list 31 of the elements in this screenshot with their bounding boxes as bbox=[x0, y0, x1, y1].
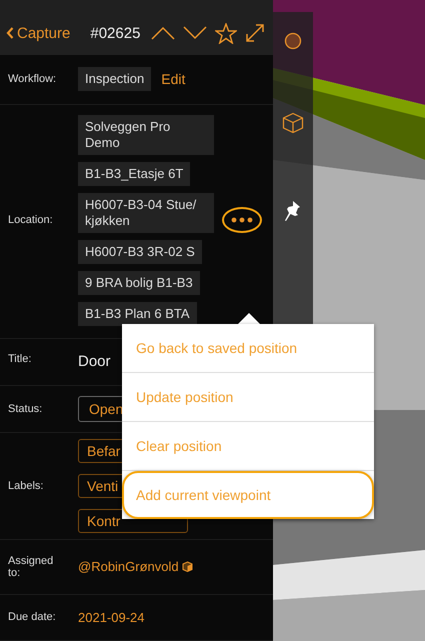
cube-icon bbox=[182, 561, 193, 572]
field-label: Title: bbox=[8, 352, 32, 365]
star-icon[interactable] bbox=[215, 22, 237, 44]
location-tag: H6007-B3-04 Stue/ kjøkken bbox=[78, 192, 214, 233]
expand-icon[interactable] bbox=[245, 23, 265, 44]
field-label: Assigned to: bbox=[8, 554, 54, 579]
location-tag: B1-B3_Etasje 6T bbox=[78, 162, 190, 186]
chevron-left-icon bbox=[6, 27, 14, 40]
ellipsis-icon bbox=[231, 217, 253, 224]
field-label: Location: bbox=[8, 214, 54, 226]
cube-tool-icon[interactable] bbox=[282, 112, 304, 134]
chevron-up-icon[interactable] bbox=[151, 26, 175, 40]
field-label: Workflow: bbox=[8, 73, 58, 86]
more-button[interactable] bbox=[222, 207, 262, 234]
field-label: Status: bbox=[8, 402, 44, 415]
circle-tool-icon[interactable] bbox=[284, 32, 302, 50]
back-button[interactable]: Capture bbox=[6, 24, 70, 42]
location-tag: 9 BRA bolig B1-B3 bbox=[78, 270, 200, 295]
user-link[interactable]: @RobinGrønvold bbox=[78, 559, 179, 574]
workflow-tag: Inspection bbox=[78, 67, 152, 92]
location-tag: H6007-B3 3R-02 S bbox=[78, 240, 202, 264]
pin-icon[interactable] bbox=[284, 200, 302, 222]
location-tag: Solveggen Pro Demo bbox=[78, 114, 214, 155]
field-label: Labels: bbox=[8, 480, 44, 492]
edit-link[interactable]: Edit bbox=[161, 71, 186, 88]
due-date: 2021-09-24 bbox=[78, 610, 144, 625]
title-text: Door bbox=[78, 352, 111, 370]
chevron-down-icon[interactable] bbox=[183, 26, 207, 40]
issue-number: #02625 bbox=[90, 24, 140, 42]
field-label: Due date: bbox=[8, 611, 57, 624]
location-tag: B1-B3 Plan 6 BTA bbox=[78, 302, 197, 326]
